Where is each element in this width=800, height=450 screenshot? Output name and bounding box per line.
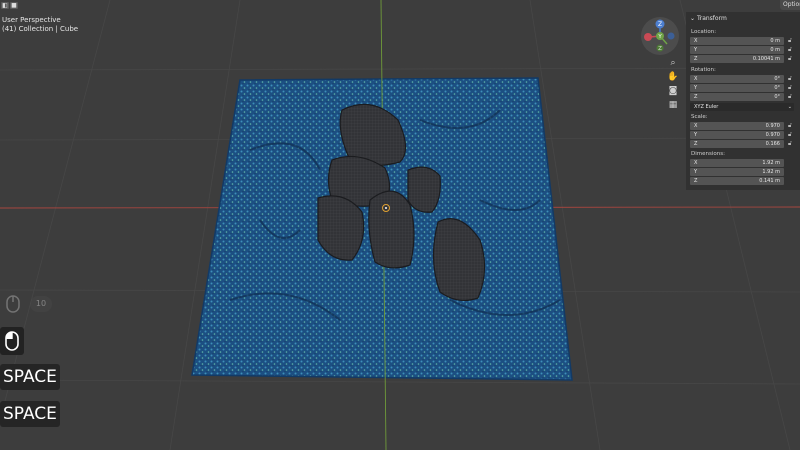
lock-icon[interactable]: 🔓︎ <box>787 37 793 44</box>
rock-center[interactable] <box>368 190 415 269</box>
lock-icon[interactable]: 🔓︎ <box>787 122 793 129</box>
close-icon[interactable]: ■ <box>10 2 18 9</box>
mouse-icon <box>5 331 19 351</box>
rock-right-small[interactable] <box>407 166 441 213</box>
zoom-icon[interactable]: ⌕ <box>667 58 679 69</box>
3d-viewport[interactable] <box>0 0 800 450</box>
mouse-button-indicator <box>0 327 24 355</box>
scale-label: Scale: <box>691 114 708 120</box>
transform-header[interactable]: ⌄ Transform <box>690 15 727 22</box>
svg-text:Z: Z <box>658 21 662 28</box>
dimensions-y-field[interactable]: Y 1.92 m <box>690 168 784 176</box>
rock-left[interactable] <box>317 195 365 261</box>
location-x-field[interactable]: X0 m <box>690 37 784 45</box>
rotation-label: Rotation: <box>691 67 716 73</box>
lock-icon[interactable]: 🔓︎ <box>787 140 793 147</box>
mouse-icon <box>6 295 20 313</box>
rotation-x-field[interactable]: X 0° <box>690 75 784 83</box>
lock-icon[interactable]: 🔓︎ <box>787 75 793 82</box>
camera-icon[interactable]: ◙ <box>667 86 679 97</box>
svg-text:Z: Z <box>658 46 662 52</box>
lock-icon[interactable]: 🔓︎ <box>787 84 793 91</box>
hand-icon[interactable]: ✋ <box>667 72 679 83</box>
rotation-mode-select[interactable]: XYZ Euler ⌄ <box>690 103 794 111</box>
lock-icon[interactable]: 🔓︎ <box>787 93 793 100</box>
viewport-nav-tools: ⌕ ✋ ◙ ▦ <box>667 58 679 111</box>
perspective-label: User Perspective <box>2 16 61 24</box>
options-button[interactable]: Options <box>780 0 800 10</box>
viewport-header-icons: ◧ ■ <box>1 2 18 9</box>
dimensions-x-field[interactable]: X 1.92 m <box>690 159 784 167</box>
gizmo-x-axis[interactable] <box>644 33 652 41</box>
navigation-gizmo[interactable]: Z Y Z <box>640 16 680 56</box>
location-z-field[interactable]: Z 0.10041 m <box>690 55 784 63</box>
dimensions-z-field[interactable]: Z 0.141 m <box>690 177 784 185</box>
grid-icon[interactable]: ▦ <box>667 100 679 111</box>
lock-icon[interactable]: 🔓︎ <box>787 55 793 62</box>
chevron-down-icon: ⌄ <box>787 104 792 110</box>
scale-y-field[interactable]: Y 0.970 <box>690 131 784 139</box>
rotation-z-field[interactable]: Z 0° <box>690 93 784 101</box>
rotation-y-field[interactable]: Y 0° <box>690 84 784 92</box>
dimensions-label: Dimensions: <box>691 151 725 157</box>
collection-label: (41) Collection | Cube <box>2 25 79 33</box>
lock-icon[interactable]: 🔓︎ <box>787 131 793 138</box>
location-y-field[interactable]: Y0 m <box>690 46 784 54</box>
location-label: Location: <box>691 29 717 35</box>
hide-icon[interactable]: ◧ <box>1 2 9 9</box>
scale-z-field[interactable]: Z 0.166 <box>690 140 784 148</box>
gesture-count: 10 <box>30 296 52 312</box>
scale-x-field[interactable]: X 0.970 <box>690 122 784 130</box>
svg-text:Y: Y <box>657 34 662 40</box>
lock-icon[interactable]: 🔓︎ <box>787 46 793 53</box>
key-badge-space-1: SPACE <box>0 364 60 390</box>
transform-panel: ⌄ Transform Location: X0 m 🔓︎ Y0 m 🔓︎ Z0… <box>686 12 800 190</box>
chevron-down-icon: ⌄ <box>690 15 696 22</box>
key-badge-space-2: SPACE <box>0 401 60 427</box>
